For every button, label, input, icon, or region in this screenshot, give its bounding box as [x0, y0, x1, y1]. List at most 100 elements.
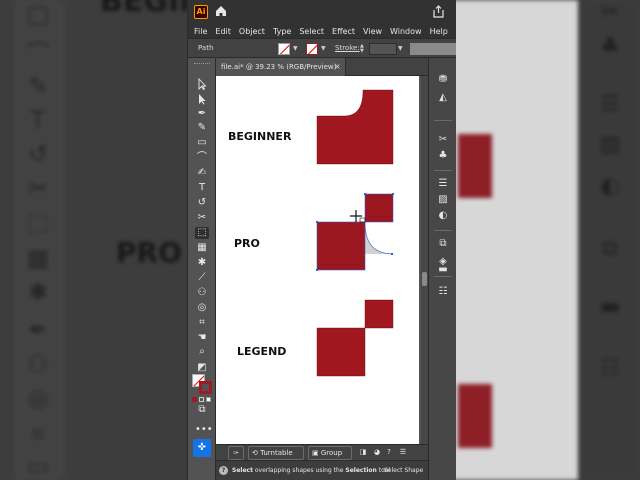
- close-tab-icon[interactable]: ×: [334, 62, 341, 71]
- direct-selection-tool-icon[interactable]: [195, 93, 209, 105]
- menu-help[interactable]: Help: [430, 27, 448, 36]
- bg-scissors-icon: ✂: [27, 174, 49, 202]
- contextual-taskbar-pin-icon[interactable]: ✜: [193, 439, 211, 457]
- canvas-area[interactable]: BEGINNER PRO LEGEND: [216, 76, 421, 444]
- taskbar-pin-icon[interactable]: ✑: [228, 446, 244, 460]
- symbols-panel-icon[interactable]: ♣: [436, 150, 450, 162]
- menu-edit[interactable]: Edit: [215, 27, 231, 36]
- arc-tool-icon[interactable]: ⌒: [195, 152, 209, 164]
- none-mode-icon[interactable]: [206, 397, 211, 402]
- more-tools-icon[interactable]: •••: [195, 424, 213, 436]
- share-icon[interactable]: [432, 5, 445, 18]
- status-hint-body: overlapping shapes using the: [252, 467, 346, 474]
- legend-square-large[interactable]: [316, 327, 366, 377]
- menu-object[interactable]: Object: [239, 27, 265, 36]
- pro-square-large[interactable]: [316, 221, 366, 271]
- fill-dropdown-chevron-icon[interactable]: ▼: [293, 45, 298, 52]
- puppet-warp-tool-icon[interactable]: ✱: [195, 257, 209, 269]
- stroke-indicator[interactable]: [199, 381, 212, 394]
- legend-square-small[interactable]: [364, 299, 394, 329]
- illustrator-window: Ai File Edit Object Type Select Effect V…: [187, 0, 456, 480]
- selection-tool-icon[interactable]: [195, 78, 209, 90]
- bg-shape-1: [458, 134, 492, 198]
- turntable-label: Turntable: [260, 449, 293, 457]
- pro-curve-fill[interactable]: [365, 222, 392, 254]
- eyedropper-tool-icon[interactable]: ⟋: [195, 272, 209, 284]
- menu-window[interactable]: Window: [390, 27, 422, 36]
- stroke-swatch[interactable]: [306, 43, 318, 55]
- status-help-icon[interactable]: ?: [219, 466, 228, 475]
- blend-tool-icon[interactable]: ⚇: [195, 287, 209, 299]
- anchor-point[interactable]: [391, 253, 393, 255]
- comments-panel-icon[interactable]: ▬: [436, 264, 450, 276]
- stroke-weight-spinner-icon[interactable]: ▲ ▼: [360, 44, 368, 54]
- gradient-panel-icon[interactable]: ▨: [436, 194, 450, 206]
- stroke-panel-icon[interactable]: ☰: [436, 178, 450, 190]
- pro-shape-group[interactable]: [316, 193, 394, 271]
- default-colors-icon[interactable]: ◩: [195, 362, 209, 374]
- anchor-point[interactable]: [364, 193, 366, 195]
- artwork[interactable]: [216, 76, 419, 444]
- taskbar-menu-icon[interactable]: ☰: [396, 446, 410, 460]
- variable-width-field[interactable]: [410, 43, 456, 55]
- toolbar-grip[interactable]: [194, 63, 210, 65]
- artboards-panel-icon[interactable]: ⧉: [436, 238, 450, 250]
- rectangle-tool-icon[interactable]: ▭: [195, 137, 209, 149]
- artboard[interactable]: BEGINNER PRO LEGEND: [216, 76, 419, 444]
- screen-mode-icon[interactable]: ⧉: [195, 404, 209, 416]
- zoom-tool-icon[interactable]: ⌕: [195, 346, 209, 358]
- symbol-sprayer-tool-icon[interactable]: ◎: [195, 302, 209, 314]
- help-icon[interactable]: ?: [382, 446, 396, 460]
- bg-comment-icon: ▬: [599, 294, 621, 319]
- brushes-panel-icon[interactable]: ✂: [436, 134, 450, 146]
- gradient-mode-icon[interactable]: [199, 397, 204, 402]
- menu-effect[interactable]: Effect: [332, 27, 355, 36]
- mesh-tool-icon[interactable]: ▦: [195, 242, 209, 254]
- fill-swatch[interactable]: [278, 43, 290, 55]
- menu-select[interactable]: Select: [299, 27, 324, 36]
- rotate-tool-icon[interactable]: ↺: [195, 197, 209, 209]
- menu-type[interactable]: Type: [273, 27, 291, 36]
- home-icon[interactable]: [214, 4, 228, 18]
- color-mode-icon[interactable]: [192, 397, 197, 402]
- type-tool-icon[interactable]: T: [195, 182, 209, 194]
- anchor-point[interactable]: [316, 221, 318, 223]
- appearance-panel-icon[interactable]: ☷: [436, 286, 450, 298]
- menu-bar: File Edit Object Type Select Effect View…: [188, 24, 456, 38]
- transparency-panel-icon[interactable]: ◐: [436, 210, 450, 222]
- bg-headline-pro: PRO: [116, 236, 182, 269]
- turntable-button[interactable]: ⟲ Turntable: [248, 446, 304, 460]
- bg-symbol-icon: ◎: [27, 384, 49, 412]
- beginner-shape[interactable]: [316, 89, 394, 165]
- paintbrush-tool-icon[interactable]: ✍: [195, 167, 209, 179]
- fill-stroke-indicator[interactable]: [192, 374, 212, 394]
- bg-panel: ✂ ♣ ☰ ▨ ◐ ⧉ ▬ ☷: [578, 0, 640, 480]
- curvature-tool-icon[interactable]: ✎: [195, 122, 209, 134]
- menu-view[interactable]: View: [363, 27, 382, 36]
- scissors-tool-icon[interactable]: ✂: [195, 212, 209, 224]
- anchor-point[interactable]: [316, 269, 318, 271]
- group-button[interactable]: ▣ Group: [308, 446, 352, 460]
- status-next-hint: Select Shape: [384, 467, 424, 474]
- vertical-scrollbar[interactable]: [421, 76, 428, 444]
- shape-builder-tool-icon[interactable]: ⬚: [195, 227, 209, 239]
- stroke-weight-chevron-icon[interactable]: ▼: [398, 45, 403, 52]
- scrollbar-thumb[interactable]: [422, 272, 427, 286]
- panel-separator: [434, 170, 452, 171]
- bg-graph-icon: ▦: [26, 244, 50, 272]
- stroke-weight-input[interactable]: [369, 43, 397, 55]
- stroke-label[interactable]: Stroke:: [335, 44, 360, 52]
- libraries-panel-icon[interactable]: ◭: [436, 92, 450, 104]
- hand-tool-icon[interactable]: ☚: [195, 332, 209, 344]
- properties-panel-icon[interactable]: ⛃: [436, 74, 450, 86]
- document-tab[interactable]: file.ai* @ 39.23 % (RGB/Preview) ×: [216, 58, 346, 76]
- stroke-dropdown-chevron-icon[interactable]: ▼: [321, 45, 326, 52]
- pro-square-small[interactable]: [364, 193, 394, 223]
- artboard-tool-icon[interactable]: ⌗: [195, 317, 209, 329]
- bg-shape-builder-icon: ⬚: [26, 208, 50, 236]
- pen-tool-icon[interactable]: ✒: [195, 108, 209, 120]
- recolor-icon[interactable]: ◨: [356, 446, 370, 460]
- menu-file[interactable]: File: [194, 27, 207, 36]
- bg-sliders-icon: ☷: [600, 356, 620, 381]
- anchor-point[interactable]: [392, 193, 394, 195]
